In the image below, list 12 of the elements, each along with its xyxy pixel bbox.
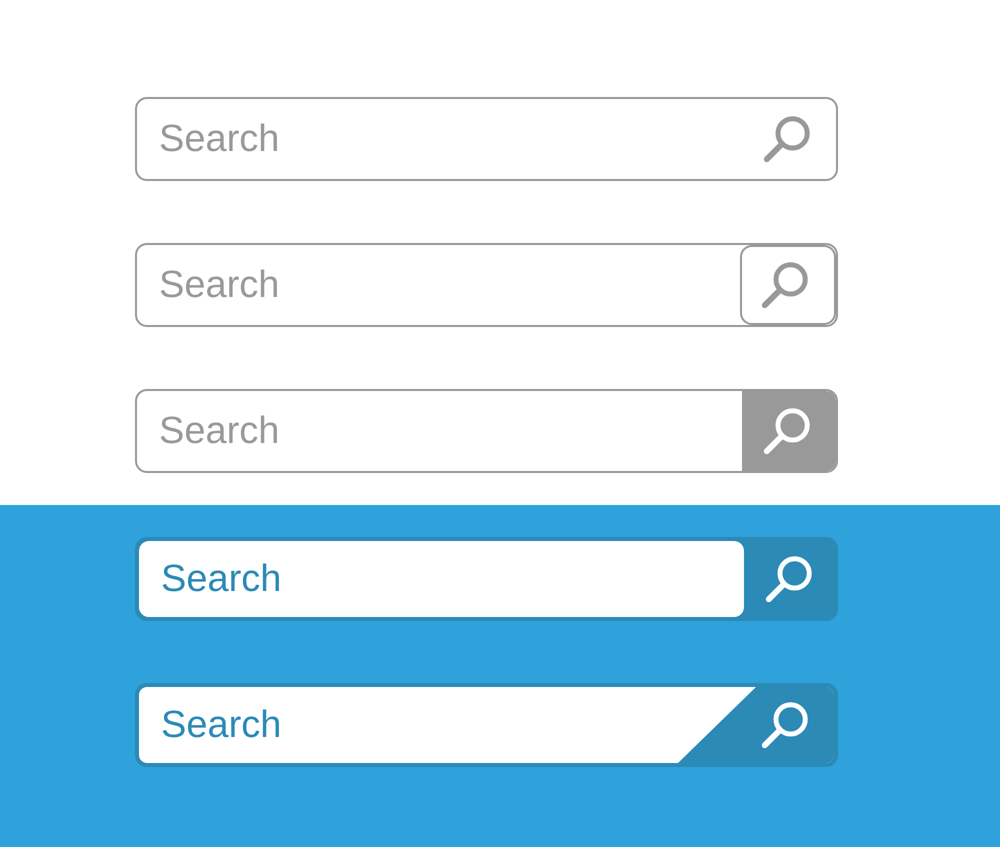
- search-bar[interactable]: Search: [135, 683, 838, 767]
- search-button[interactable]: [742, 391, 836, 471]
- search-field[interactable]: Search: [139, 541, 744, 617]
- search-field[interactable]: Search: [139, 687, 678, 763]
- search-field[interactable]: Search: [137, 99, 740, 179]
- search-field[interactable]: Search: [137, 245, 740, 325]
- search-bar[interactable]: Search: [135, 243, 838, 327]
- search-bar[interactable]: Search: [135, 537, 838, 621]
- search-bar[interactable]: Search: [135, 97, 838, 181]
- search-field[interactable]: Search: [137, 391, 742, 471]
- search-button[interactable]: [740, 245, 836, 325]
- search-bar[interactable]: Search: [135, 389, 838, 473]
